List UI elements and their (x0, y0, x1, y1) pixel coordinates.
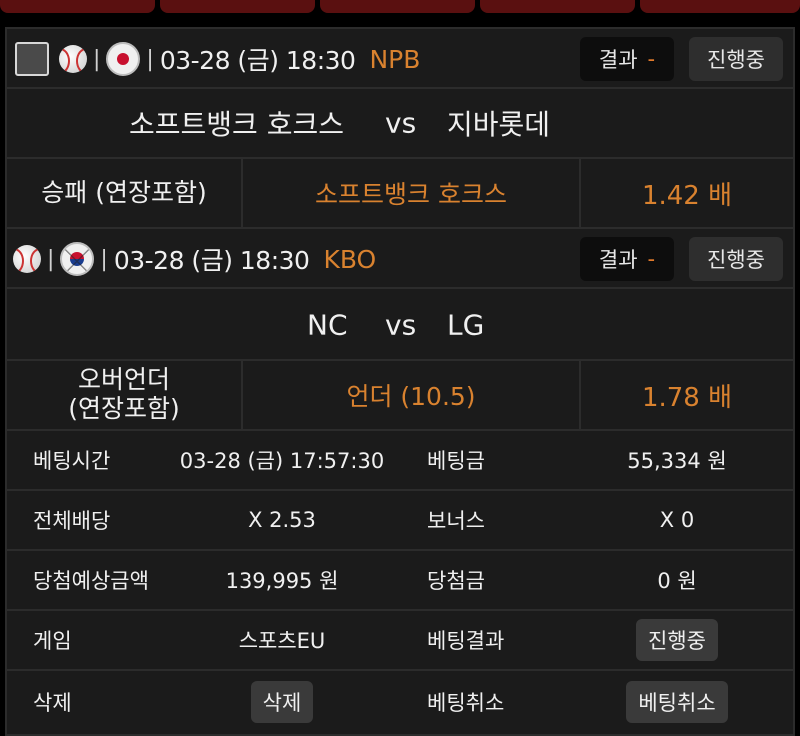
divider: | (47, 246, 55, 272)
result-value: - (647, 47, 656, 71)
cancel-wrap: 베팅취소 (587, 681, 767, 723)
summary-row-actions: 삭제 삭제 베팅취소 베팅취소 (7, 671, 793, 733)
bonus-value: X 0 (659, 508, 695, 532)
bet-pick: 소프트뱅크 호크스 (243, 159, 581, 227)
divider: | (93, 46, 101, 72)
win-amount-label: 당첨금 (427, 569, 485, 593)
top-tab[interactable] (320, 0, 475, 13)
bet-result-wrap: 진행중 (587, 619, 767, 661)
japan-flag-icon (106, 42, 141, 76)
home-team: 소프트뱅크 호크스 (129, 108, 344, 141)
delete-label: 삭제 (33, 691, 72, 715)
result-box: 결과 - (580, 237, 674, 281)
expected-win-label: 당첨예상금액 (33, 569, 149, 593)
summary-row-winnings: 당첨예상금액 139,995 원 당첨금 0 원 (7, 551, 793, 611)
bet-type: 승패 (연장포함) (7, 159, 243, 227)
bet-time-label: 베팅시간 (33, 449, 111, 473)
baseball-icon (59, 45, 87, 73)
top-tab[interactable] (640, 0, 800, 13)
vs-label: vs (385, 106, 417, 140)
summary-row-game: 게임 스포츠EU 베팅결과 진행중 (7, 611, 793, 671)
top-tab[interactable] (160, 0, 315, 13)
match-header: | | 03-28 (금) 18:30 NPB 결과 - 진행중 (7, 29, 793, 89)
total-odds-value: X 2.53 (248, 508, 316, 532)
bonus-label: 보너스 (427, 509, 485, 533)
match-date: 03-28 (금) 18:30 (113, 246, 310, 275)
bet-slip-card: | | 03-28 (금) 18:30 NPB 결과 - 진행중 소프트뱅크 호… (5, 27, 795, 736)
bet-result-button[interactable]: 진행중 (636, 619, 718, 661)
result-value: - (647, 247, 656, 271)
bet-row: 승패 (연장포함) 소프트뱅크 호크스 1.42 배 (7, 159, 793, 229)
home-team: NC (307, 308, 348, 342)
bet-odds: 1.78 배 (641, 382, 733, 413)
match-date: 03-28 (금) 18:30 (159, 46, 356, 75)
status-button[interactable]: 진행중 (689, 37, 783, 81)
bet-pick: 언더 (10.5) (243, 361, 581, 429)
bet-type: 오버언더 (연장포함) (7, 361, 243, 429)
result-label: 결과 (598, 248, 638, 272)
top-tab[interactable] (0, 0, 155, 13)
top-tab-bar (0, 0, 800, 14)
cancel-bet-button[interactable]: 베팅취소 (626, 681, 728, 723)
bet-row: 오버언더 (연장포함) 언더 (10.5) 1.78 배 (7, 361, 793, 431)
vs-label: vs (385, 308, 417, 342)
bet-odds: 1.42 배 (641, 180, 733, 211)
teams-row: NC vs LG (7, 291, 793, 361)
result-label: 결과 (598, 48, 638, 72)
win-amount-value: 0 원 (657, 569, 697, 593)
bet-result-label: 베팅결과 (427, 629, 505, 653)
expected-win-value: 139,995 원 (225, 569, 339, 593)
game-value: 스포츠EU (238, 629, 326, 653)
away-team: LG (447, 308, 485, 342)
divider: | (146, 46, 154, 72)
bet-time-value: 03-28 (금) 17:57:30 (179, 449, 385, 473)
cancel-label: 베팅취소 (427, 691, 505, 715)
game-label: 게임 (33, 629, 72, 653)
match-header: | | 03-28 (금) 18:30 KBO 결과 - 진행중 (7, 229, 793, 289)
bet-type-line2: (연장포함) (68, 394, 180, 423)
summary-row-bet-time: 베팅시간 03-28 (금) 17:57:30 베팅금 55,334 원 (7, 431, 793, 491)
top-tab[interactable] (480, 0, 635, 13)
divider: | (100, 246, 108, 272)
away-team: 지바롯데 (447, 108, 551, 141)
bet-amount-value: 55,334 원 (627, 449, 727, 473)
bet-amount-label: 베팅금 (427, 449, 485, 473)
total-odds-label: 전체배당 (33, 509, 111, 533)
baseball-icon (13, 245, 41, 273)
teams-row: 소프트뱅크 호크스 vs 지바롯데 (7, 89, 793, 159)
delete-wrap: 삭제 (147, 681, 417, 723)
summary-row-odds: 전체배당 X 2.53 보너스 X 0 (7, 491, 793, 551)
status-button[interactable]: 진행중 (689, 237, 783, 281)
league-name: NPB (369, 44, 421, 74)
league-name: KBO (323, 244, 377, 274)
result-box: 결과 - (580, 37, 674, 81)
bet-type-line1: 오버언더 (77, 365, 170, 395)
select-checkbox[interactable] (15, 42, 49, 76)
korea-flag-icon (60, 242, 95, 276)
delete-button[interactable]: 삭제 (250, 681, 314, 723)
